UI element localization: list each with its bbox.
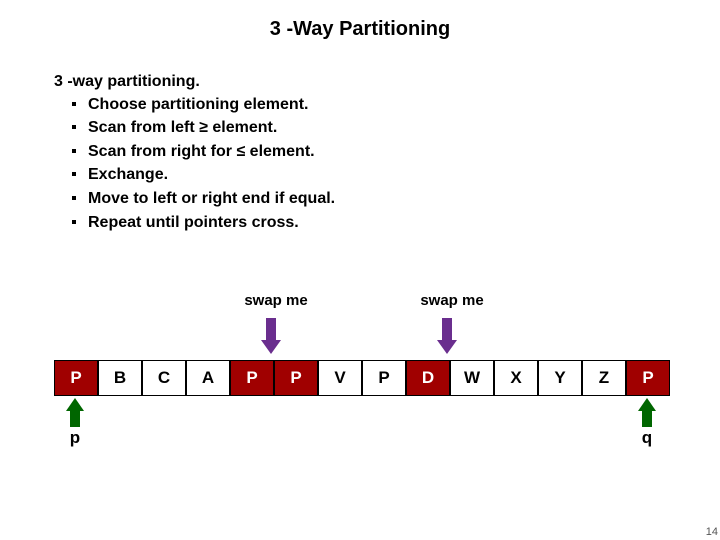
up-arrow-icon	[70, 398, 84, 427]
swap-label-right: swap me	[412, 292, 492, 309]
array-cell: P	[274, 360, 318, 396]
bullet-item: Exchange.	[88, 163, 720, 187]
bullet-item: Scan from right for ≤ element.	[88, 140, 720, 164]
page-title: 3 -Way Partitioning	[0, 0, 720, 71]
content-block: 3 -way partitioning. Choose partitioning…	[0, 71, 720, 234]
pointer-p-label: p	[65, 428, 85, 448]
array-cell: W	[450, 360, 494, 396]
bullet-list: Choose partitioning element. Scan from l…	[54, 93, 720, 235]
array-cell: D	[406, 360, 450, 396]
array-cell: P	[54, 360, 98, 396]
up-arrow-icon	[642, 398, 656, 427]
swap-label-left: swap me	[236, 292, 316, 309]
array-cell: X	[494, 360, 538, 396]
bullet-item: Move to left or right end if equal.	[88, 187, 720, 211]
array-cell: A	[186, 360, 230, 396]
array-cell: Y	[538, 360, 582, 396]
array-cell: Z	[582, 360, 626, 396]
array-cell: B	[98, 360, 142, 396]
down-arrow-icon	[442, 318, 457, 354]
page-number: 14	[706, 526, 718, 538]
array-cell: P	[362, 360, 406, 396]
bullet-item: Repeat until pointers cross.	[88, 211, 720, 235]
pointer-q-label: q	[637, 428, 657, 448]
array-cell: P	[230, 360, 274, 396]
bullet-item: Choose partitioning element.	[88, 93, 720, 117]
down-arrow-icon	[266, 318, 281, 354]
array-row: PBCAPPVPDWXYZP	[54, 360, 670, 396]
array-cell: C	[142, 360, 186, 396]
array-diagram: swap me swap me PBCAPPVPDWXYZP p q	[54, 360, 670, 396]
subhead: 3 -way partitioning.	[54, 71, 720, 93]
array-cell: P	[626, 360, 670, 396]
array-cell: V	[318, 360, 362, 396]
bullet-item: Scan from left ≥ element.	[88, 116, 720, 140]
